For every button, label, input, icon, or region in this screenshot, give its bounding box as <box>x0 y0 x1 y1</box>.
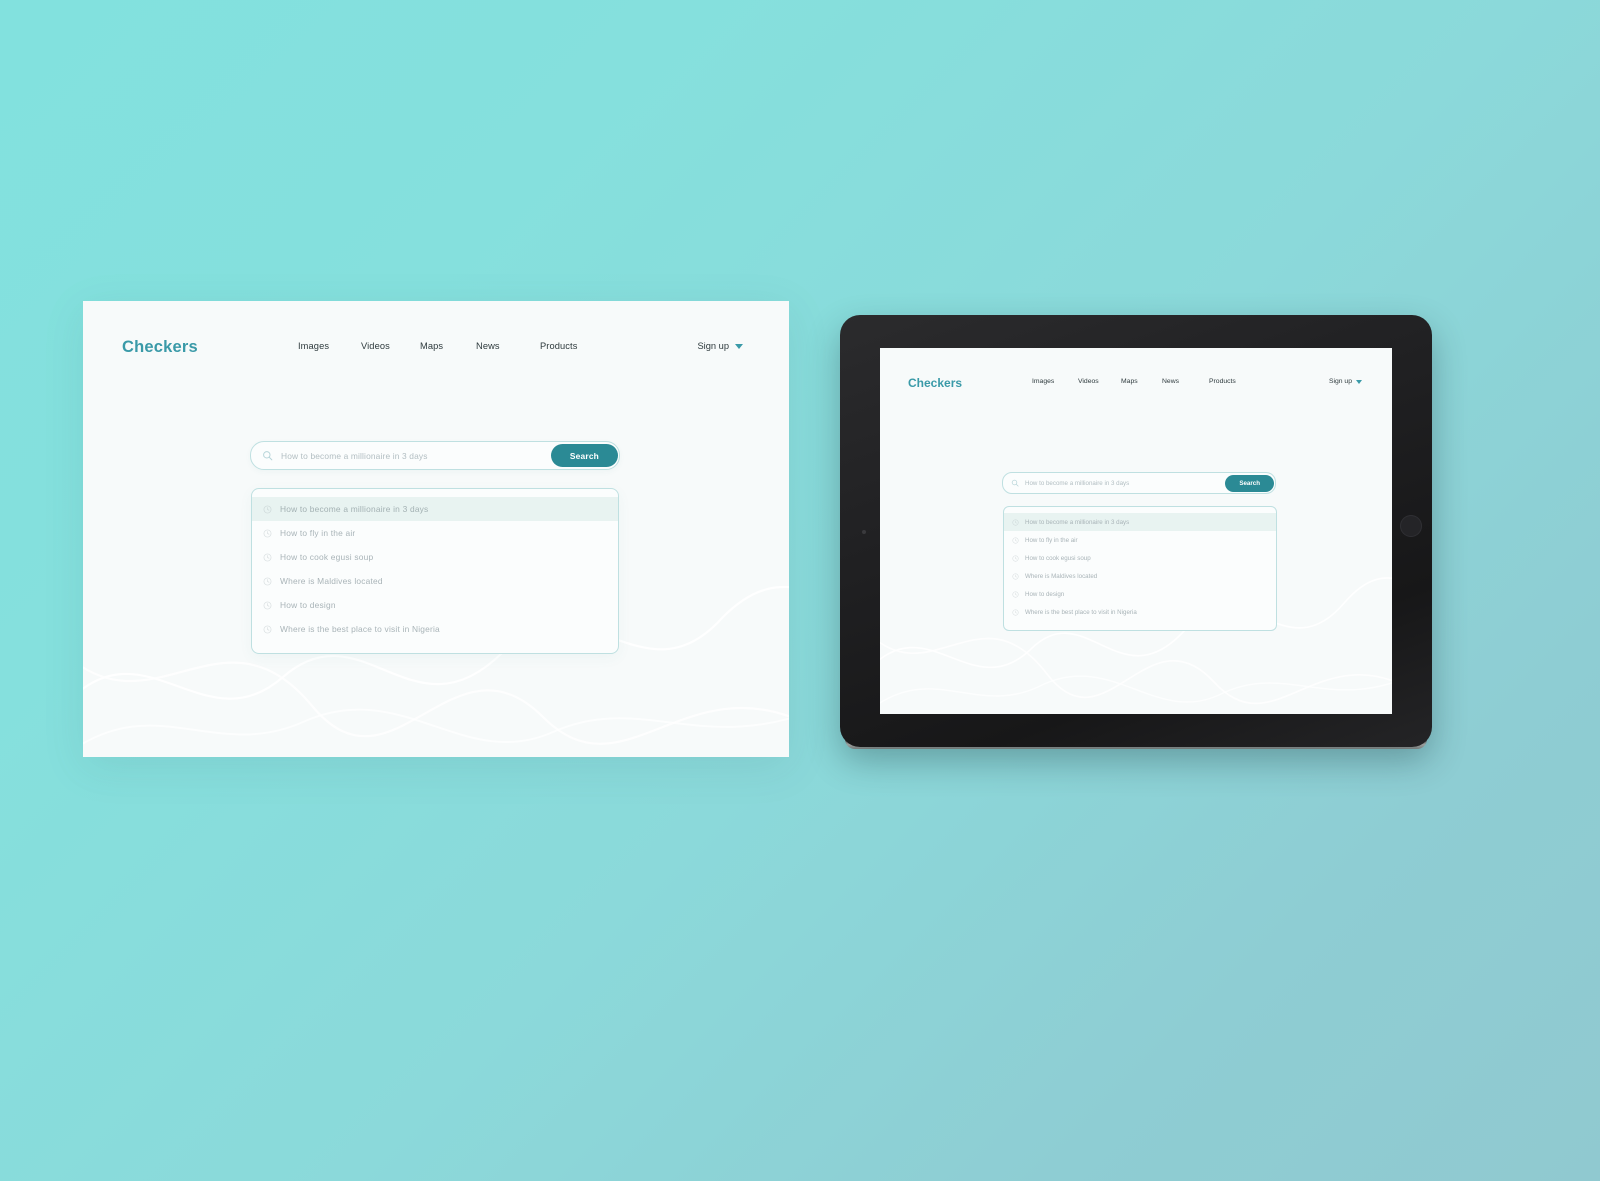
nav-item-maps[interactable]: Maps <box>420 341 476 351</box>
clock-icon <box>1012 554 1019 562</box>
search-icon <box>263 451 273 461</box>
suggestion-label: Where is Maldives located <box>280 576 383 586</box>
suggestion-item[interactable]: How to become a millionaire in 3 days <box>252 497 618 521</box>
suggestion-item[interactable]: How to become a millionaire in 3 days <box>1004 513 1276 531</box>
clock-icon <box>263 505 272 513</box>
suggestion-item[interactable]: How to cook egusi soup <box>252 545 618 569</box>
suggestion-label: How to design <box>280 600 336 610</box>
suggestion-label: How to fly in the air <box>280 528 356 538</box>
search-bar: Search <box>250 441 620 470</box>
nav-item-news[interactable]: News <box>476 341 540 351</box>
suggestion-item[interactable]: How to fly in the air <box>252 521 618 545</box>
clock-icon <box>263 529 272 537</box>
suggestion-label: Where is Maldives located <box>1025 572 1098 580</box>
clock-icon <box>263 577 272 585</box>
suggestion-item[interactable]: Where is Maldives located <box>1004 567 1276 585</box>
suggestion-item[interactable]: How to design <box>252 593 618 617</box>
nav-item-videos[interactable]: Videos <box>1078 378 1121 385</box>
suggestion-label: How to fly in the air <box>1025 536 1078 544</box>
search-icon <box>1011 479 1019 487</box>
main-nav: Images Videos Maps News Products <box>1032 378 1253 385</box>
clock-icon <box>1012 572 1019 580</box>
nav-item-images[interactable]: Images <box>1032 378 1078 385</box>
brand-logo[interactable]: Checkers <box>122 338 198 357</box>
brand-logo[interactable]: Checkers <box>908 376 962 390</box>
signup-dropdown[interactable]: Sign up <box>697 341 743 351</box>
search-bar: Search <box>1002 472 1276 494</box>
suggestion-label: Where is the best place to visit in Nige… <box>280 624 440 634</box>
suggestion-item[interactable]: How to cook egusi soup <box>1004 549 1276 567</box>
search-input[interactable] <box>281 450 551 461</box>
search-section: Search <box>250 441 620 470</box>
tablet-screen: Checkers Images Videos Maps News Product… <box>880 348 1392 714</box>
clock-icon <box>1012 536 1019 544</box>
clock-icon <box>1012 608 1019 616</box>
tablet-site-header: Checkers Images Videos Maps News Product… <box>880 348 1392 420</box>
clock-icon <box>263 553 272 561</box>
search-suggestions-panel: How to become a millionaire in 3 days Ho… <box>1003 506 1277 631</box>
clock-icon <box>1012 590 1019 598</box>
camera-icon <box>862 530 866 534</box>
suggestion-label: Where is the best place to visit in Nige… <box>1025 608 1137 616</box>
clock-icon <box>263 601 272 609</box>
suggestion-label: How to become a millionaire in 3 days <box>1025 518 1130 526</box>
clock-icon <box>1012 518 1019 526</box>
suggestion-label: How to cook egusi soup <box>280 552 374 562</box>
suggestion-item[interactable]: How to design <box>1004 585 1276 603</box>
nav-item-products[interactable]: Products <box>540 341 600 351</box>
nav-item-products[interactable]: Products <box>1209 378 1253 385</box>
suggestion-item[interactable]: How to fly in the air <box>1004 531 1276 549</box>
signup-dropdown[interactable]: Sign up <box>1329 378 1362 385</box>
nav-item-news[interactable]: News <box>1162 378 1209 385</box>
tablet-frame: Checkers Images Videos Maps News Product… <box>840 315 1432 747</box>
signup-label: Sign up <box>1328 378 1352 385</box>
suggestion-item[interactable]: Where is Maldives located <box>252 569 618 593</box>
nav-item-images[interactable]: Images <box>298 341 361 351</box>
desktop-mockup: Checkers Images Videos Maps News Product… <box>83 301 789 757</box>
chevron-down-icon <box>1356 379 1362 384</box>
suggestion-label: How to become a millionaire in 3 days <box>280 504 429 514</box>
search-input[interactable] <box>1025 479 1226 487</box>
search-button[interactable]: Search <box>550 444 618 467</box>
search-button[interactable]: Search <box>1225 474 1274 492</box>
suggestion-label: How to design <box>1025 590 1065 598</box>
nav-item-maps[interactable]: Maps <box>1121 378 1162 385</box>
suggestion-item[interactable]: Where is the best place to visit in Nige… <box>1004 603 1276 621</box>
signup-label: Sign up <box>697 341 729 351</box>
home-button[interactable] <box>1400 515 1422 537</box>
main-nav: Images Videos Maps News Products <box>298 341 600 351</box>
clock-icon <box>263 625 272 633</box>
tablet-mockup: Checkers Images Videos Maps News Product… <box>836 313 1436 753</box>
suggestion-label: How to cook egusi soup <box>1025 554 1091 562</box>
search-section: Search <box>1002 472 1276 494</box>
search-suggestions-panel: How to become a millionaire in 3 days Ho… <box>251 488 619 654</box>
nav-item-videos[interactable]: Videos <box>361 341 420 351</box>
suggestion-item[interactable]: Where is the best place to visit in Nige… <box>252 617 618 641</box>
chevron-down-icon <box>735 343 743 349</box>
site-header: Checkers Images Videos Maps News Product… <box>83 301 789 391</box>
